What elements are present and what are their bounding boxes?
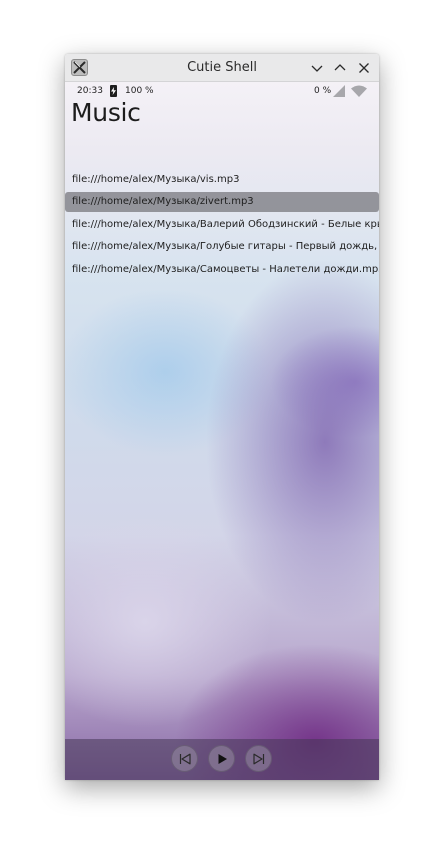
app-window: Cutie Shell 20:33 100 % 0 % Music file:/… <box>65 54 379 780</box>
skip-next-icon <box>253 753 265 765</box>
music-app-content: 20:33 100 % 0 % Music file:///home/alex/… <box>65 82 379 780</box>
track-item-selected[interactable]: file:///home/alex/Музыка/zivert.mp3 <box>65 192 379 212</box>
player-controls <box>65 739 379 780</box>
close-button[interactable] <box>354 58 374 78</box>
skip-previous-icon <box>179 753 191 765</box>
next-button[interactable] <box>245 745 272 772</box>
previous-button[interactable] <box>171 745 198 772</box>
cellular-signal-icon <box>333 85 345 97</box>
close-icon <box>359 63 369 73</box>
clock: 20:33 <box>77 86 103 96</box>
play-button[interactable] <box>208 745 235 772</box>
chevron-down-icon <box>311 65 323 72</box>
track-item[interactable]: file:///home/alex/Музыка/Голубые гитары … <box>65 237 379 257</box>
track-item[interactable]: file:///home/alex/Музыка/Валерий Ободзин… <box>65 215 379 235</box>
minimize-button[interactable] <box>307 58 327 78</box>
wifi-icon <box>351 85 367 97</box>
track-item[interactable]: file:///home/alex/Музыка/Самоцветы - Нал… <box>65 260 379 280</box>
page-title: Music <box>71 98 141 127</box>
battery-charging-icon <box>110 85 117 97</box>
title-bar[interactable]: Cutie Shell <box>65 54 379 82</box>
maximize-button[interactable] <box>330 58 350 78</box>
track-item[interactable]: file:///home/alex/Музыка/vis.mp3 <box>65 170 379 190</box>
play-icon <box>218 754 227 764</box>
signal-level: 0 % <box>314 86 332 96</box>
chevron-up-icon <box>334 64 346 71</box>
battery-level: 100 % <box>125 86 154 96</box>
